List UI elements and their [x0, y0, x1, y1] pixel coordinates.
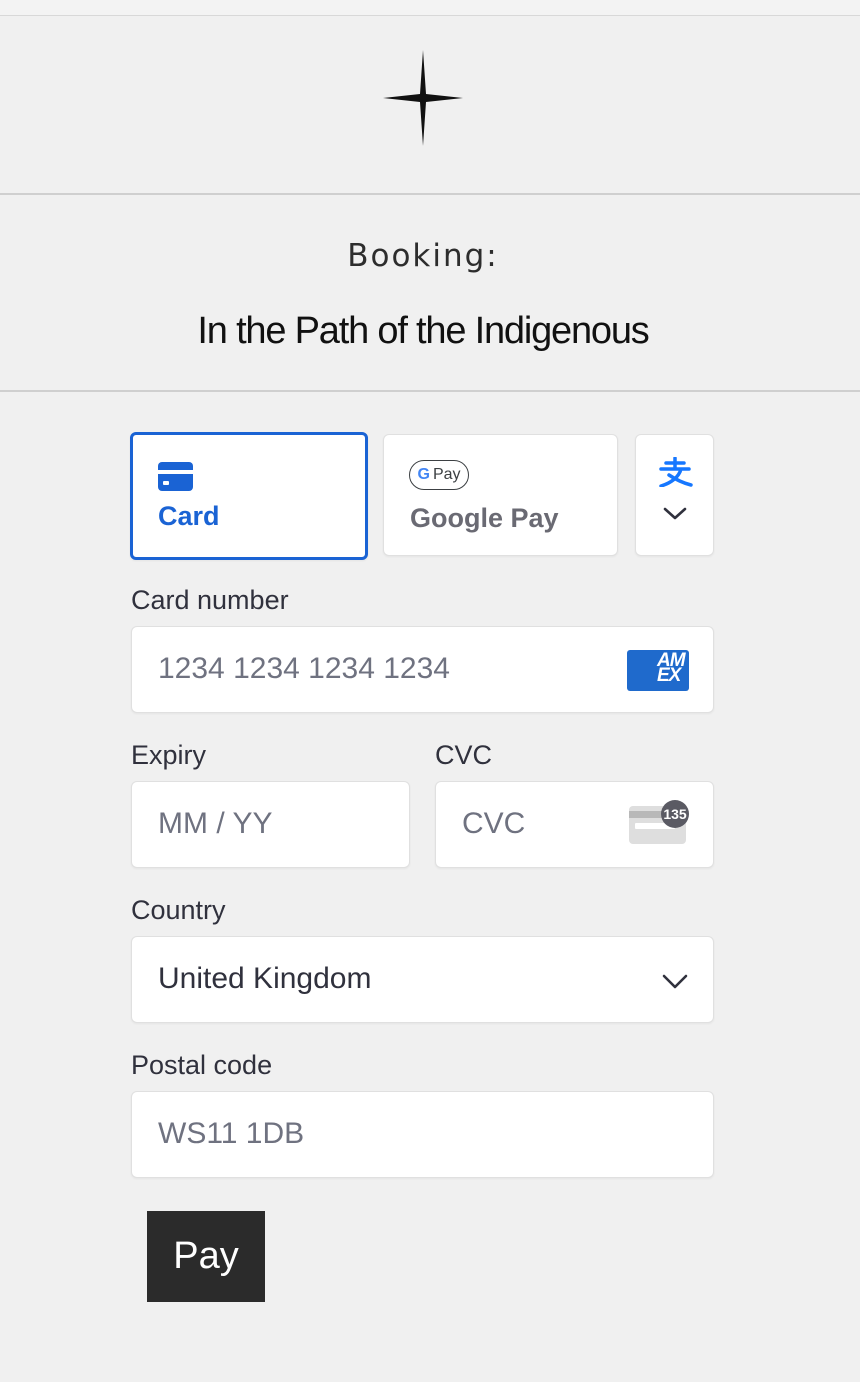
country-label: Country: [131, 895, 226, 925]
google-pay-badge-text: Pay: [432, 466, 461, 483]
expiry-input[interactable]: MM / YY: [131, 781, 410, 868]
tab-google-pay-label: Google Pay: [410, 503, 559, 533]
tab-card[interactable]: Card: [130, 432, 368, 560]
credit-card-icon: [158, 462, 193, 491]
postal-code-input[interactable]: WS11 1DB: [131, 1091, 714, 1178]
alipay-icon: [659, 457, 693, 487]
card-number-label: Card number: [131, 585, 289, 615]
booking-title: In the Path of the Indigenous: [197, 310, 649, 352]
country-select[interactable]: United Kingdom: [131, 936, 714, 1023]
amex-logo-text: AM EX: [657, 650, 686, 686]
amex-icon: AM EX: [627, 650, 689, 691]
tab-card-label: Card: [158, 501, 220, 531]
cvc-placeholder: CVC: [462, 807, 526, 840]
section-divider: [0, 390, 860, 392]
header-divider: [0, 193, 860, 195]
star-logo-icon: [383, 50, 463, 146]
booking-label: Booking:: [347, 238, 499, 274]
pay-button[interactable]: Pay: [147, 1211, 265, 1302]
card-number-placeholder: 1234 1234 1234 1234: [158, 652, 450, 685]
top-strip: [0, 0, 860, 16]
tab-more-methods[interactable]: [635, 434, 714, 556]
expiry-label: Expiry: [131, 740, 207, 770]
postal-code-placeholder: WS11 1DB: [158, 1117, 305, 1150]
cvc-input[interactable]: CVC 135: [435, 781, 714, 868]
postal-code-label: Postal code: [131, 1050, 273, 1080]
expiry-placeholder: MM / YY: [158, 807, 273, 840]
tab-google-pay[interactable]: G Pay Google Pay: [383, 434, 618, 556]
card-number-input[interactable]: 1234 1234 1234 1234 AM EX: [131, 626, 714, 713]
chevron-down-icon: [663, 507, 687, 520]
cvc-label: CVC: [435, 740, 493, 770]
country-value: United Kingdom: [158, 962, 372, 995]
chevron-down-icon: [662, 974, 688, 989]
google-pay-logo-icon: G Pay: [409, 460, 469, 490]
cvc-icon-badge: 135: [663, 806, 687, 822]
cvc-card-icon: 135: [629, 800, 689, 844]
